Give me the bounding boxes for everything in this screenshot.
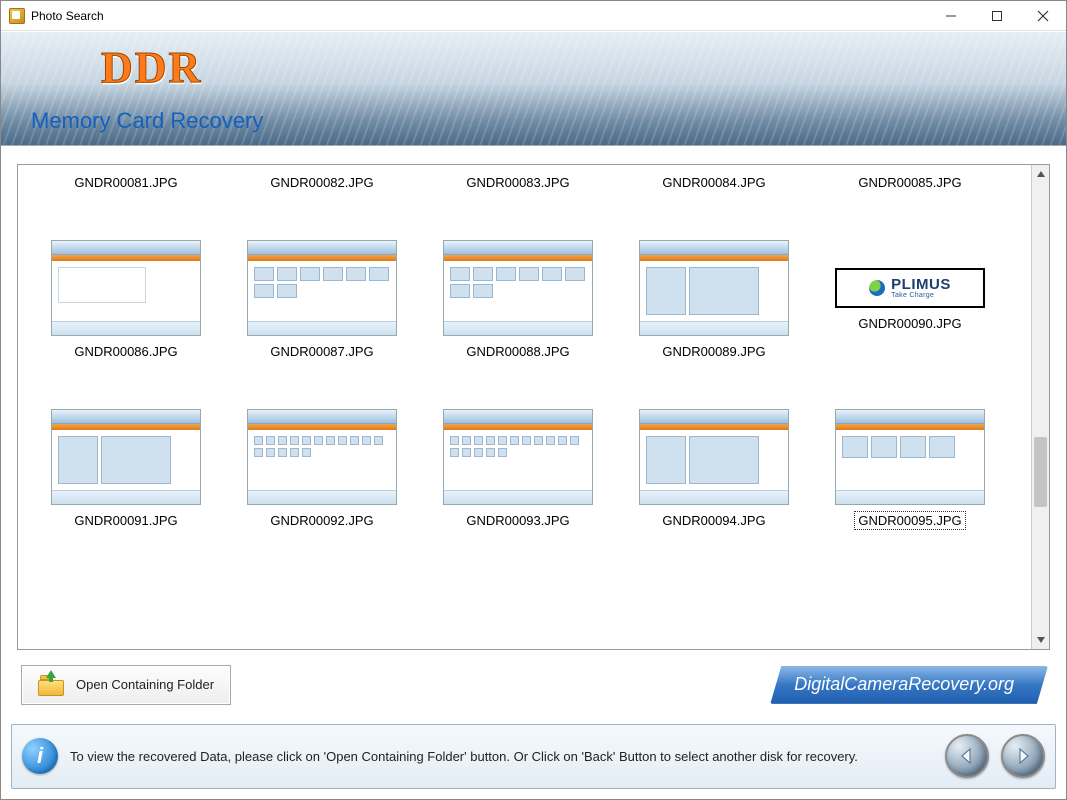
file-item[interactable]: GNDR00087.JPG [242, 240, 402, 359]
hint-bar: i To view the recovered Data, please cli… [11, 724, 1056, 789]
logo-text: DDR [101, 42, 202, 93]
file-item[interactable]: GNDR00083.JPG [438, 175, 598, 190]
open-containing-folder-button[interactable]: Open Containing Folder [21, 665, 231, 705]
thumbnail [247, 409, 397, 505]
domain-badge: DigitalCameraRecovery.org [770, 666, 1048, 704]
file-name: GNDR00088.JPG [466, 344, 569, 359]
maximize-button[interactable] [974, 1, 1020, 31]
back-button[interactable] [945, 734, 989, 778]
file-name: GNDR00095.JPG [856, 513, 963, 528]
file-item[interactable]: GNDR00092.JPG [242, 409, 402, 528]
thumbnail [51, 240, 201, 336]
file-item[interactable]: GNDR00082.JPG [242, 175, 402, 190]
subtitle-text: Memory Card Recovery [31, 108, 263, 134]
close-button[interactable] [1020, 1, 1066, 31]
file-item[interactable]: GNDR00095.JPG [830, 409, 990, 528]
file-name: GNDR00084.JPG [662, 175, 765, 190]
file-name: GNDR00091.JPG [74, 513, 177, 528]
thumbnail [443, 240, 593, 336]
file-name: GNDR00083.JPG [466, 175, 569, 190]
plimus-tagline: Take Charge [891, 292, 951, 299]
app-icon [9, 8, 25, 24]
results-grid: GNDR00081.JPG GNDR00082.JPG GNDR00083.JP… [17, 164, 1050, 650]
file-name: GNDR00090.JPG [858, 316, 961, 331]
scroll-up-button[interactable] [1032, 165, 1049, 183]
file-name: GNDR00089.JPG [662, 344, 765, 359]
hint-text: To view the recovered Data, please click… [70, 748, 933, 766]
file-item[interactable]: GNDR00085.JPG [830, 175, 990, 190]
vertical-scrollbar[interactable] [1031, 165, 1049, 649]
file-item[interactable]: GNDR00089.JPG [634, 240, 794, 359]
file-item[interactable]: GNDR00093.JPG [438, 409, 598, 528]
scroll-down-button[interactable] [1032, 631, 1049, 649]
open-folder-label: Open Containing Folder [76, 677, 214, 692]
file-item[interactable]: GNDR00084.JPG [634, 175, 794, 190]
domain-badge-text: DigitalCameraRecovery.org [794, 674, 1014, 695]
file-name: GNDR00087.JPG [270, 344, 373, 359]
file-name: GNDR00082.JPG [270, 175, 373, 190]
thumbnail-plimus: PLIMUS Take Charge [835, 268, 985, 308]
thumbnail [247, 240, 397, 336]
file-name: GNDR00081.JPG [74, 175, 177, 190]
file-item[interactable]: GNDR00088.JPG [438, 240, 598, 359]
folder-open-icon [38, 674, 66, 696]
file-name: GNDR00094.JPG [662, 513, 765, 528]
thumbnail [51, 409, 201, 505]
file-item[interactable]: GNDR00094.JPG [634, 409, 794, 528]
plimus-name: PLIMUS [891, 277, 951, 292]
file-item[interactable]: PLIMUS Take Charge GNDR00090.JPG [830, 240, 990, 359]
scroll-thumb[interactable] [1034, 437, 1047, 507]
thumbnail [443, 409, 593, 505]
file-name: GNDR00093.JPG [466, 513, 569, 528]
next-button[interactable] [1001, 734, 1045, 778]
plimus-icon [869, 280, 885, 296]
file-name: GNDR00086.JPG [74, 344, 177, 359]
title-bar: Photo Search [1, 1, 1066, 31]
thumbnail [639, 240, 789, 336]
file-item[interactable]: GNDR00081.JPG [46, 175, 206, 190]
file-item[interactable]: GNDR00086.JPG [46, 240, 206, 359]
file-name: GNDR00085.JPG [858, 175, 961, 190]
file-item[interactable]: GNDR00091.JPG [46, 409, 206, 528]
window-title: Photo Search [31, 9, 104, 23]
thumbnail [639, 409, 789, 505]
header-banner: DDR Memory Card Recovery [1, 31, 1066, 146]
info-icon: i [22, 738, 58, 774]
scroll-track[interactable] [1032, 183, 1049, 631]
file-name: GNDR00092.JPG [270, 513, 373, 528]
minimize-button[interactable] [928, 1, 974, 31]
thumbnail [835, 409, 985, 505]
